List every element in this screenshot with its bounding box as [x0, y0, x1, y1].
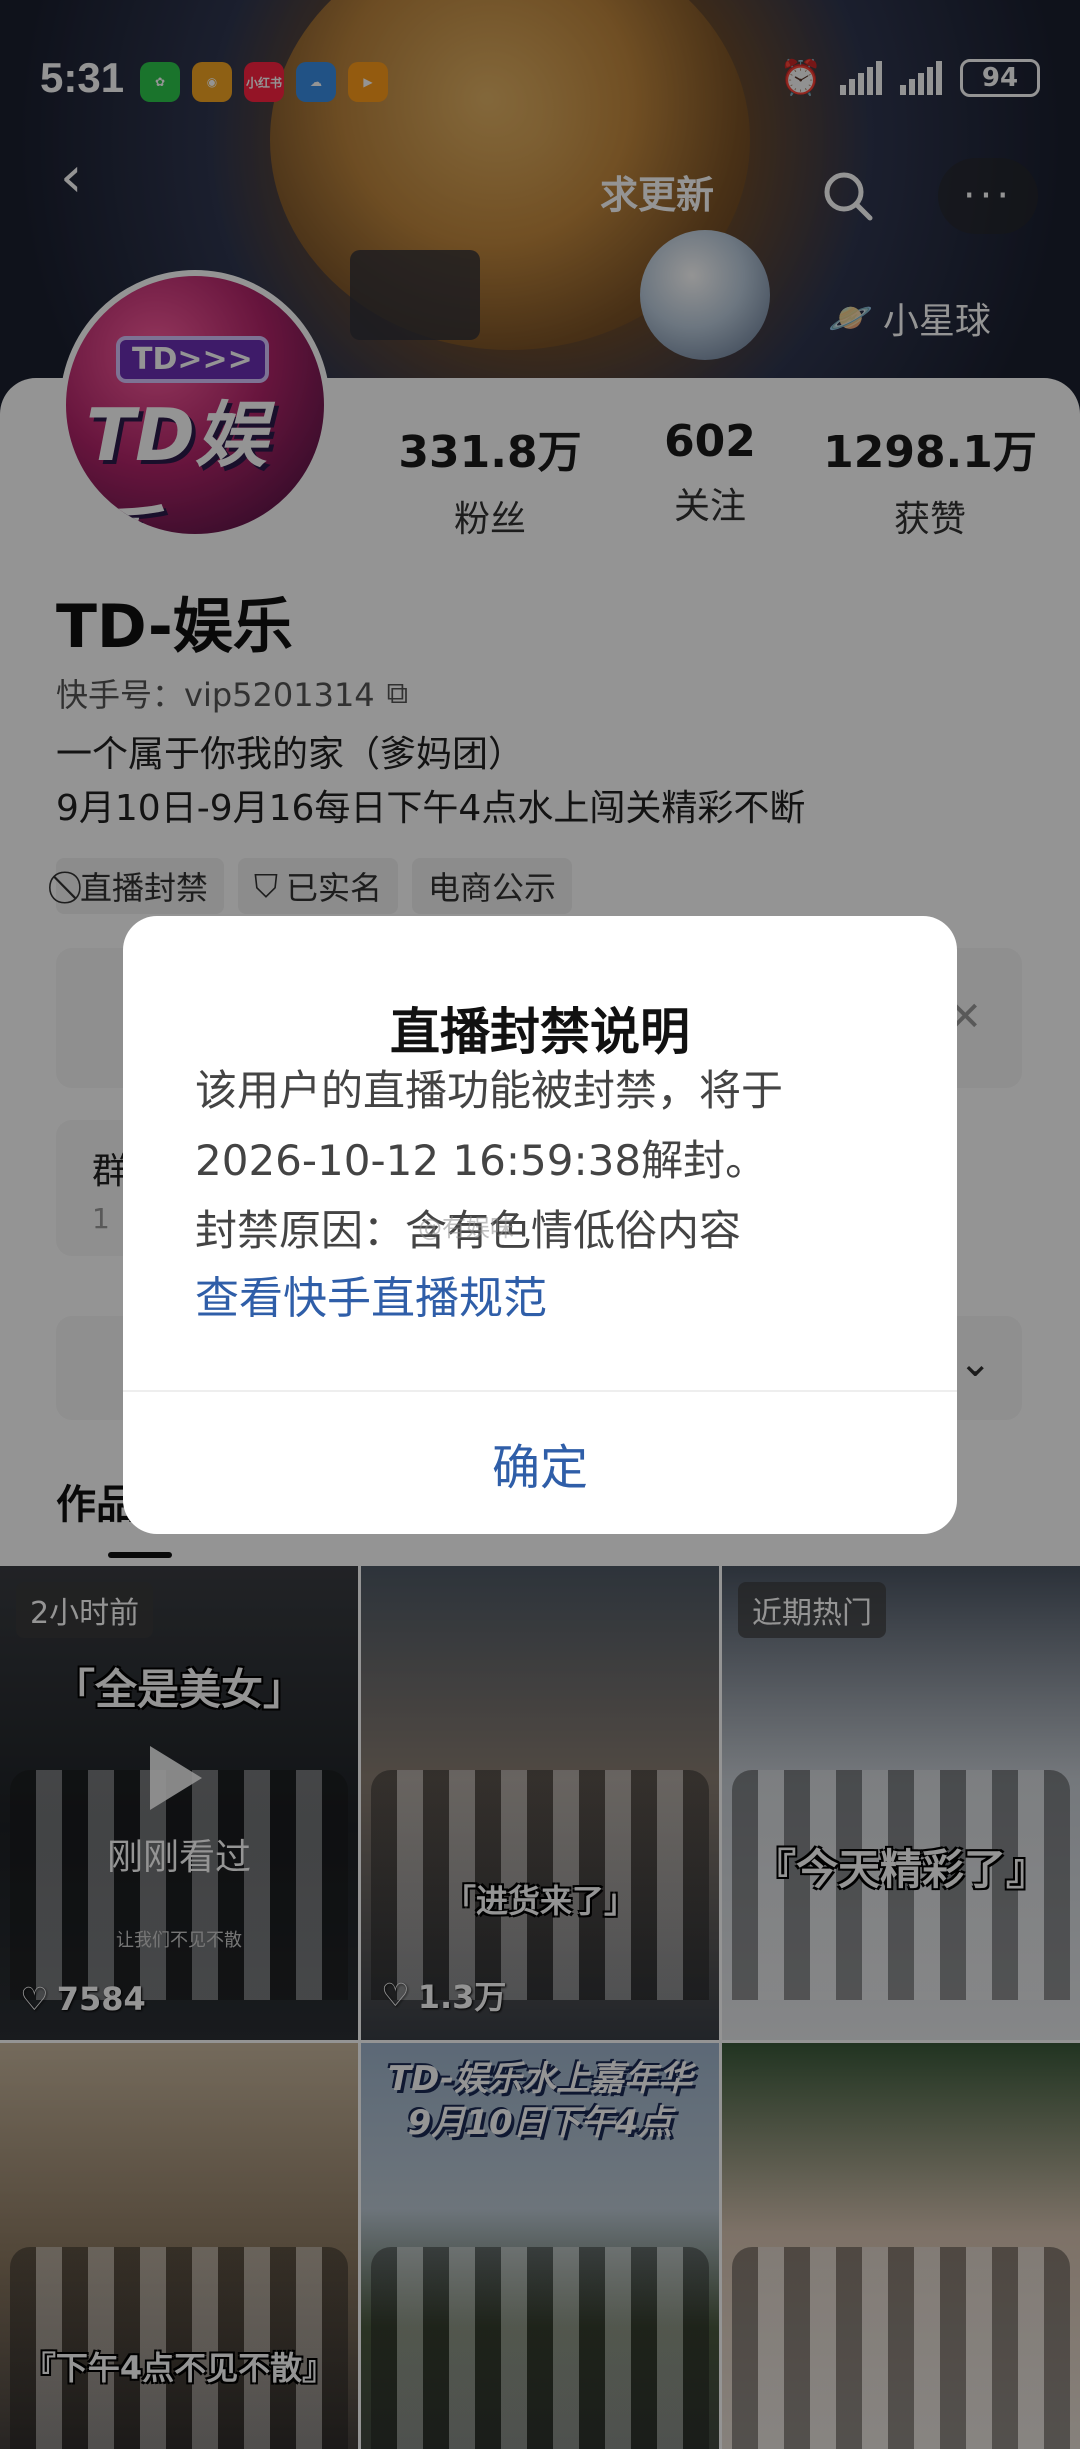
- dialog-body-line: 该用户的直播功能被封禁，将于: [195, 1066, 784, 1115]
- live-ban-dialog: 直播封禁说明 该用户的直播功能被封禁，将于 2026-10-12 16:59:3…: [123, 916, 957, 1534]
- dialog-body-line: 封禁原因：含有色情低俗内容: [195, 1206, 742, 1255]
- dialog-title: 直播封禁说明: [390, 1003, 690, 1061]
- dialog-body: 该用户的直播功能被封禁，将于 2026-10-12 16:59:38解封。 封禁…: [195, 1056, 895, 1266]
- dialog-body-line: 2026-10-12 16:59:38解封。: [195, 1136, 768, 1185]
- watermark: @有娱味: [418, 1214, 514, 1242]
- confirm-button[interactable]: 确定: [123, 1392, 957, 1534]
- live-rules-link[interactable]: 查看快手直播规范: [195, 1262, 547, 1326]
